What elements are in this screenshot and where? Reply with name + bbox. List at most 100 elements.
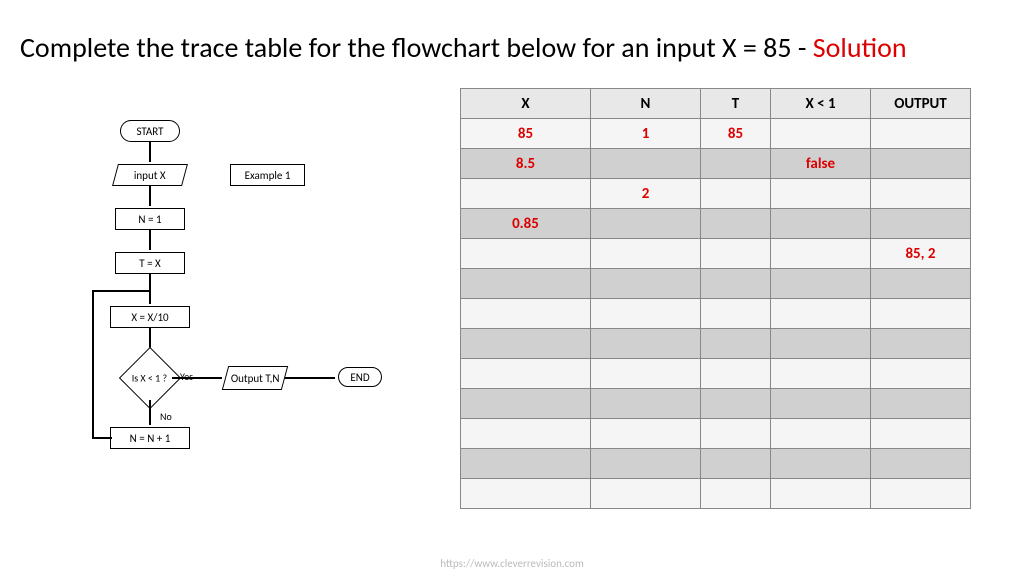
table-cell [871, 299, 971, 329]
table-cell [591, 239, 701, 269]
arrow [149, 142, 151, 162]
table-cell [771, 239, 871, 269]
arrow [92, 437, 110, 439]
arrow [110, 437, 112, 439]
fc-x10: X = X/10 [110, 306, 190, 328]
col-t: T [701, 89, 771, 119]
table-cell [771, 179, 871, 209]
col-x: X [461, 89, 591, 119]
table-cell [461, 239, 591, 269]
table-cell [871, 179, 971, 209]
table-row [461, 269, 971, 299]
table-cell [701, 239, 771, 269]
arrow [149, 274, 151, 304]
table-cell [591, 329, 701, 359]
fc-output: Output T,N [222, 366, 288, 390]
table-cell [591, 479, 701, 509]
table-cell: 85 [461, 119, 591, 149]
table-cell [461, 449, 591, 479]
table-cell [871, 359, 971, 389]
table-row [461, 299, 971, 329]
table-cell [701, 209, 771, 239]
table-cell [591, 449, 701, 479]
table-cell [701, 419, 771, 449]
table-cell [461, 419, 591, 449]
table-cell: 0.85 [461, 209, 591, 239]
table-cell [701, 329, 771, 359]
table-cell: 85, 2 [871, 239, 971, 269]
fc-start: START [120, 120, 180, 142]
table-row: 2 [461, 179, 971, 209]
table-cell [771, 119, 871, 149]
table-row: 8.5 false [461, 149, 971, 179]
table-row: 0.85 [461, 209, 971, 239]
table-cell: false [771, 149, 871, 179]
table-cell [701, 149, 771, 179]
table-cell [701, 299, 771, 329]
table-cell: 85 [701, 119, 771, 149]
table-cell [701, 359, 771, 389]
fc-example-label: Example 1 [230, 164, 305, 186]
table-row [461, 359, 971, 389]
table-cell [771, 479, 871, 509]
table-cell [771, 269, 871, 299]
table-row [461, 449, 971, 479]
fc-end: END [338, 367, 382, 387]
table-header-row: X N T X < 1 OUTPUT [461, 89, 971, 119]
table-cell [591, 269, 701, 299]
fc-no-label: No [160, 410, 172, 423]
title-solution: Solution [813, 30, 907, 65]
table-cell [591, 209, 701, 239]
table-cell [591, 359, 701, 389]
table-cell [461, 299, 591, 329]
fc-n1: N = 1 [115, 208, 185, 230]
table-cell [871, 479, 971, 509]
fc-nplus: N = N + 1 [110, 427, 190, 449]
table-row [461, 329, 971, 359]
arrow [149, 400, 151, 425]
table-cell [461, 179, 591, 209]
table-row [461, 479, 971, 509]
footer-url: https://www.cleverrevision.com [0, 557, 1024, 570]
table-row: 85185 [461, 119, 971, 149]
flowchart: START input X Example 1 N = 1 T = X X = … [90, 120, 410, 520]
fc-input: input X [112, 164, 188, 186]
fc-tx: T = X [115, 252, 185, 274]
table-cell: 8.5 [461, 149, 591, 179]
table-cell [871, 209, 971, 239]
table-cell [871, 449, 971, 479]
table-row [461, 419, 971, 449]
table-cell [701, 179, 771, 209]
table-cell [771, 419, 871, 449]
arrow [92, 290, 149, 292]
table-cell [701, 479, 771, 509]
table-cell: 2 [591, 179, 701, 209]
table-cell [871, 419, 971, 449]
arrow [92, 290, 94, 439]
table-cell [591, 149, 701, 179]
table-cell [701, 389, 771, 419]
page-title: Complete the trace table for the flowcha… [20, 30, 907, 65]
arrow [149, 186, 151, 206]
table-cell [771, 299, 871, 329]
table-cell [871, 149, 971, 179]
table-cell [771, 329, 871, 359]
table-cell [871, 329, 971, 359]
table-cell [701, 449, 771, 479]
table-cell [461, 269, 591, 299]
table-cell [771, 359, 871, 389]
table-cell [871, 269, 971, 299]
title-main: Complete the trace table for the flowcha… [20, 30, 813, 65]
table-cell [591, 419, 701, 449]
table-cell [461, 479, 591, 509]
table-cell [871, 389, 971, 419]
table-cell [701, 269, 771, 299]
table-cell [591, 389, 701, 419]
table-cell [461, 389, 591, 419]
arrow [149, 230, 151, 250]
arrow [285, 377, 335, 379]
table-cell: 1 [591, 119, 701, 149]
table-row [461, 389, 971, 419]
table-cell [461, 359, 591, 389]
table-cell [461, 329, 591, 359]
